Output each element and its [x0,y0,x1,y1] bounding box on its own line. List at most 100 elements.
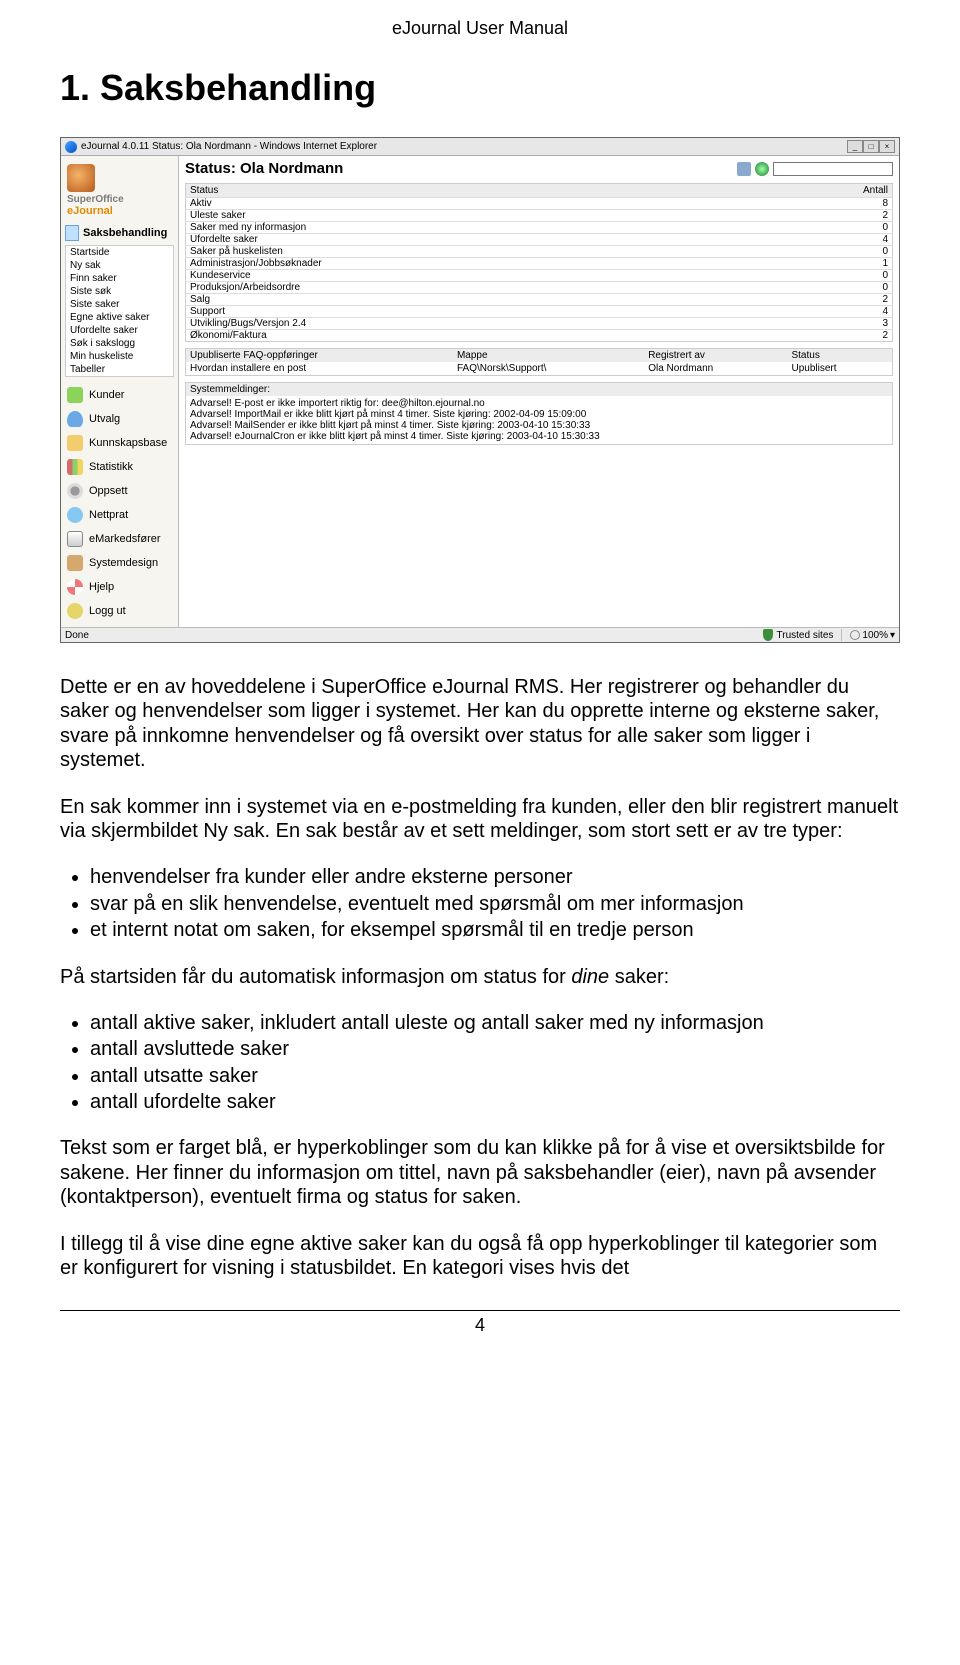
document-body: Dette er en av hoveddelene i SuperOffice… [60,675,900,1280]
status-table: Status Antall Aktiv8 Uleste saker2 Saker… [185,183,893,342]
brand-text: SuperOffice eJournal [61,194,178,221]
sysmsg-line: Advarsel! eJournalCron er ikke blitt kjø… [190,431,888,442]
submenu-item[interactable]: Ufordelte saker [66,324,173,337]
gear-icon [67,483,83,499]
sidebar-item-kunder[interactable]: Kunder [61,383,178,407]
running-header: eJournal User Manual [60,0,900,67]
bucket-icon [67,411,83,427]
table-row[interactable]: Support4 [186,306,893,318]
ie-icon [65,141,77,153]
window-close-button[interactable]: × [879,140,895,153]
magnifier-icon [850,630,860,640]
chart-icon [67,459,83,475]
system-messages: Systemmeldinger: Advarsel! E-post er ikk… [185,382,893,445]
window-minimize-button[interactable]: _ [847,140,863,153]
submenu-item[interactable]: Siste saker [66,298,173,311]
list-item: antall utsatte saker [90,1064,900,1088]
sidebar-item-statistikk[interactable]: Statistikk [61,455,178,479]
content-area: Status: Ola Nordmann Status Antall Aktiv… [179,156,899,627]
sidebar-item-systemdesign[interactable]: Systemdesign [61,551,178,575]
table-row[interactable]: Salg2 [186,294,893,306]
print-icon[interactable] [737,162,751,176]
sidebar-item-kunnskapsbase[interactable]: Kunnskapsbase [61,431,178,455]
submenu-item[interactable]: Ny sak [66,259,173,272]
sidebar-item-hjelp[interactable]: Hjelp [61,575,178,599]
sidebar: SuperOffice eJournal Saksbehandling Star… [61,156,179,627]
table-row[interactable]: Økonomi/Faktura2 [186,330,893,342]
document-icon [65,225,79,241]
submenu-item[interactable]: Min huskeliste [66,350,173,363]
list-item: et internt notat om saken, for eksempel … [90,918,900,942]
help-icon [67,579,83,595]
sidebar-item-oppsett[interactable]: Oppsett [61,479,178,503]
table-row[interactable]: Aktiv8 [186,198,893,210]
faq-col-folder: Mappe [453,349,644,363]
app-screenshot: eJournal 4.0.11 Status: Ola Nordmann - W… [60,137,900,643]
view-dropdown[interactable] [773,162,893,176]
submenu-item[interactable]: Siste søk [66,285,173,298]
window-maximize-button[interactable]: □ [863,140,879,153]
saksbehandling-submenu: Startside Ny sak Finn saker Siste søk Si… [65,245,174,377]
table-row[interactable]: Kundeservice0 [186,270,893,282]
user-icon [67,387,83,403]
status-heading: Status: Ola Nordmann [185,160,343,177]
trusted-sites: Trusted sites [763,629,834,641]
faq-col-reg: Registrert av [644,349,787,363]
submenu-item[interactable]: Egne aktive saker [66,311,173,324]
refresh-icon[interactable] [755,162,769,176]
paragraph: På startsiden får du automatisk informas… [60,965,900,989]
list-item: antall aktive saker, inkludert antall ul… [90,1011,900,1035]
submenu-item[interactable]: Finn saker [66,272,173,285]
table-row[interactable]: Utvikling/Bugs/Versjon 2.43 [186,318,893,330]
faq-table: Upubliserte FAQ-oppføringer Mappe Regist… [185,348,893,376]
bullet-list: antall aktive saker, inkludert antall ul… [60,1011,900,1115]
brand-logo [61,160,178,194]
page-number: 4 [475,1315,485,1335]
sidebar-item-nettprat[interactable]: Nettprat [61,503,178,527]
paragraph: Tekst som er farget blå, er hyperkobling… [60,1136,900,1209]
zoom-control[interactable]: 100% ▾ [850,630,895,641]
paragraph: Dette er en av hoveddelene i SuperOffice… [60,675,900,773]
table-row[interactable]: Ufordelte saker4 [186,234,893,246]
status-done: Done [65,630,89,641]
faq-col-title: Upubliserte FAQ-oppføringer [186,349,453,363]
sidebar-item-loggut[interactable]: Logg ut [61,599,178,623]
table-row[interactable]: Saker på huskelisten0 [186,246,893,258]
exit-icon [67,603,83,619]
page-footer: 4 [60,1310,900,1336]
window-statusbar: Done Trusted sites 100% ▾ [61,627,899,642]
sysmsg-title: Systemmeldinger: [186,383,892,396]
chat-icon [67,507,83,523]
sidebar-item-saksbehandling[interactable]: Saksbehandling [61,221,178,243]
sysmsg-line: Advarsel! MailSender er ikke blitt kjørt… [190,420,888,431]
col-antall: Antall [847,184,893,198]
submenu-item[interactable]: Søk i sakslogg [66,337,173,350]
sysmsg-line: Advarsel! ImportMail er ikke blitt kjørt… [190,409,888,420]
sidebar-item-utvalg[interactable]: Utvalg [61,407,178,431]
window-title: eJournal 4.0.11 Status: Ola Nordmann - W… [81,141,377,152]
list-item: antall ufordelte saker [90,1090,900,1114]
table-row[interactable]: Uleste saker2 [186,210,893,222]
col-status: Status [186,184,847,198]
shield-icon [763,629,773,641]
folder-icon [67,435,83,451]
divider [841,629,842,641]
faq-col-status: Status [787,349,892,363]
table-row[interactable]: Hvordan installere en post FAQ\Norsk\Sup… [186,362,893,376]
owl-icon [67,164,95,192]
table-row[interactable]: Saker med ny informasjon0 [186,222,893,234]
list-item: svar på en slik henvendelse, eventuelt m… [90,892,900,916]
paragraph: I tillegg til å vise dine egne aktive sa… [60,1232,900,1281]
list-item: henvendelser fra kunder eller andre ekst… [90,865,900,889]
mail-icon [67,531,83,547]
table-row[interactable]: Administrasjon/Jobbsøknader1 [186,258,893,270]
paragraph: En sak kommer inn i systemet via en e-po… [60,795,900,844]
sidebar-item-emarkedsforer[interactable]: eMarkedsfører [61,527,178,551]
list-item: antall avsluttede saker [90,1037,900,1061]
table-row[interactable]: Produksjon/Arbeidsordre0 [186,282,893,294]
sysmsg-line: Advarsel! E-post er ikke importert rikti… [190,398,888,409]
window-titlebar: eJournal 4.0.11 Status: Ola Nordmann - W… [61,138,899,156]
section-title: 1. Saksbehandling [60,67,900,109]
submenu-item[interactable]: Tabeller [66,363,173,376]
submenu-item[interactable]: Startside [66,246,173,259]
